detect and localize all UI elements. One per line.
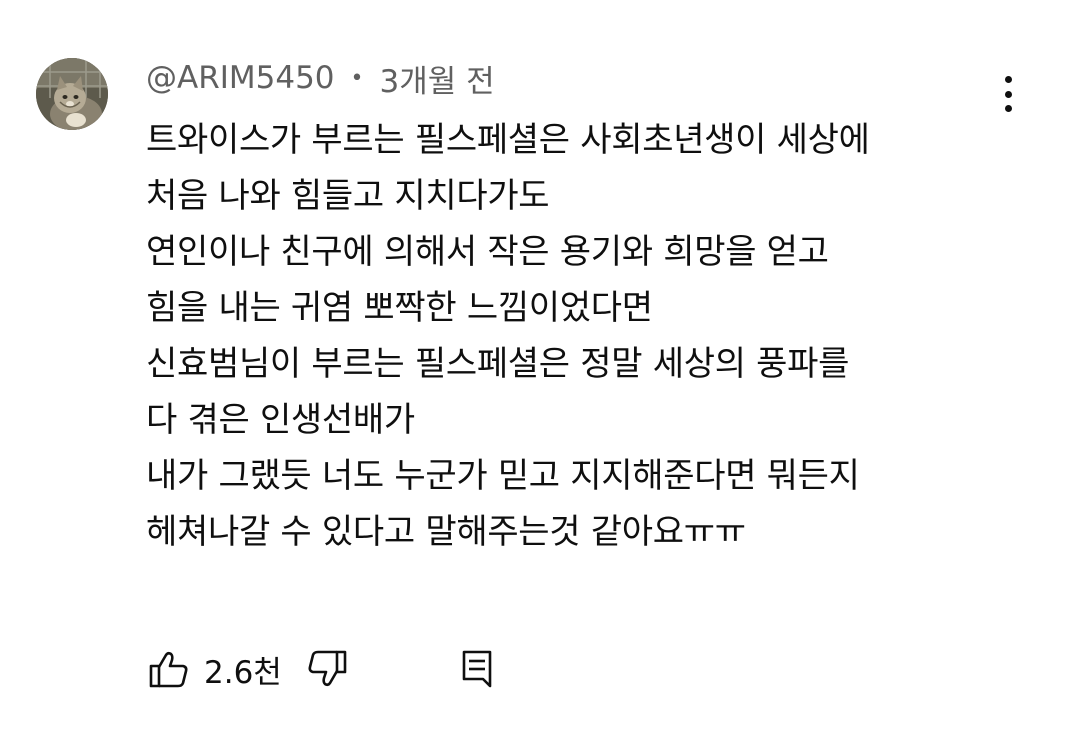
thumbs-down-icon[interactable]	[304, 646, 350, 692]
like-count: 2.6천	[204, 654, 282, 691]
header-separator: •	[350, 65, 364, 91]
comment-text: 트와이스가 부르는 필스페셜은 사회초년생이 세상에 처음 나와 힘들고 지치다…	[146, 112, 1046, 560]
thumbs-up-icon[interactable]	[146, 646, 192, 692]
comment-text-line: 힘을 내는 귀염 뽀짝한 느낌이었다면	[146, 288, 653, 328]
more-vert-icon[interactable]	[990, 72, 1026, 116]
comment-text-line: 처음 나와 힘들고 지치다가도	[146, 176, 550, 216]
comment-text-line: 신효범님이 부르는 필스페셜은 정말 세상의 풍파를	[146, 344, 850, 384]
comment-text-line: 다 겪은 인생선배가	[146, 400, 415, 440]
comment-text-line: 연인이나 친구에 의해서 작은 용기와 희망을 얻고	[146, 232, 829, 272]
comment-text-line: 헤쳐나갈 수 있다고 말해주는것 같아요ㅠㅠ	[146, 512, 746, 552]
comment-timestamp[interactable]: 3개월 전	[380, 56, 495, 101]
comment-text-line: 내가 그랬듯 너도 누군가 믿고 지지해준다면 뭐든지	[146, 456, 860, 496]
comment-header: @ARIM5450 • 3개월 전	[146, 56, 495, 101]
author-name[interactable]: @ARIM5450	[146, 60, 335, 96]
comment-actions: 2.6천	[146, 644, 500, 694]
comment-item: @ARIM5450 • 3개월 전 트와이스가 부르는 필스페셜은 사회초년생이…	[0, 0, 1080, 742]
avatar[interactable]	[36, 58, 108, 130]
cat-avatar-icon	[36, 58, 108, 130]
comment-text-line: 트와이스가 부르는 필스페셜은 사회초년생이 세상에	[146, 120, 870, 160]
reply-icon[interactable]	[454, 646, 500, 692]
